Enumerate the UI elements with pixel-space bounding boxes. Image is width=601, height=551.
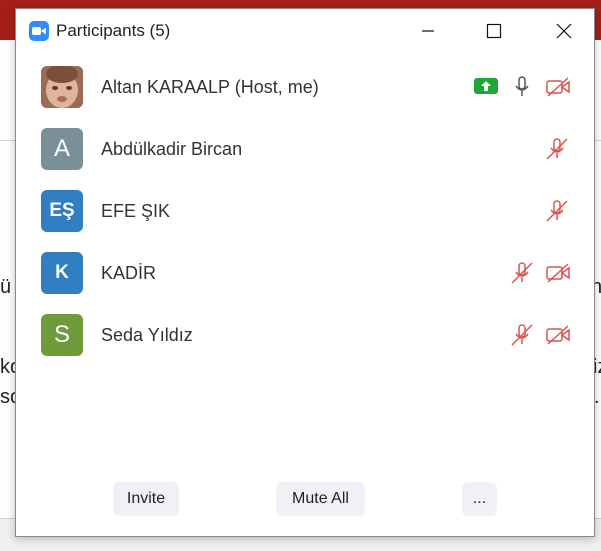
participant-name: Altan KARAALP (Host, me) [101, 77, 319, 97]
close-icon [556, 23, 572, 39]
participant-row[interactable]: A Abdülkadir Bircan [16, 119, 594, 181]
close-button[interactable] [544, 15, 584, 47]
video-off-icon[interactable] [544, 261, 570, 285]
maximize-button[interactable] [474, 15, 514, 47]
avatar: S [41, 314, 83, 356]
screen-share-icon [474, 78, 498, 94]
microphone-icon[interactable] [509, 75, 535, 99]
maximize-icon [486, 23, 502, 39]
microphone-muted-icon[interactable] [509, 323, 535, 347]
participant-name: Seda Yıldız [101, 325, 193, 345]
invite-button[interactable]: Invite [113, 482, 179, 516]
avatar: K [41, 252, 83, 294]
more-options-button[interactable]: ... [462, 482, 497, 516]
video-off-icon[interactable] [544, 75, 570, 99]
minimize-button[interactable] [408, 15, 448, 47]
participant-name: EFE ŞIK [101, 201, 171, 221]
participant-name: KADİR [101, 263, 157, 283]
microphone-muted-icon[interactable] [509, 261, 535, 285]
participant-row[interactable]: K KADİR [16, 243, 594, 305]
participant-name: Abdülkadir Bircan [101, 139, 243, 159]
avatar [41, 66, 83, 108]
zoom-app-icon [29, 21, 49, 41]
participant-row[interactable]: S Seda Yıldız [16, 305, 594, 367]
avatar: EŞ [41, 190, 83, 232]
video-off-icon[interactable] [544, 323, 570, 347]
mute-all-button[interactable]: Mute All [276, 482, 365, 516]
minimize-icon [422, 30, 434, 32]
participant-row[interactable]: EŞ EFE ŞIK [16, 181, 594, 243]
participant-row[interactable]: Altan KARAALP (Host, me) [16, 57, 594, 119]
participants-window: Participants (5) Altan KARAALP (Host, me… [15, 8, 595, 537]
window-title: Participants (5) [56, 21, 171, 40]
background-text-fragment: ü [0, 276, 12, 298]
avatar: A [41, 128, 83, 170]
microphone-muted-icon[interactable] [544, 199, 570, 223]
microphone-muted-icon[interactable] [544, 137, 570, 161]
title-bar[interactable]: Participants (5) [16, 9, 594, 53]
